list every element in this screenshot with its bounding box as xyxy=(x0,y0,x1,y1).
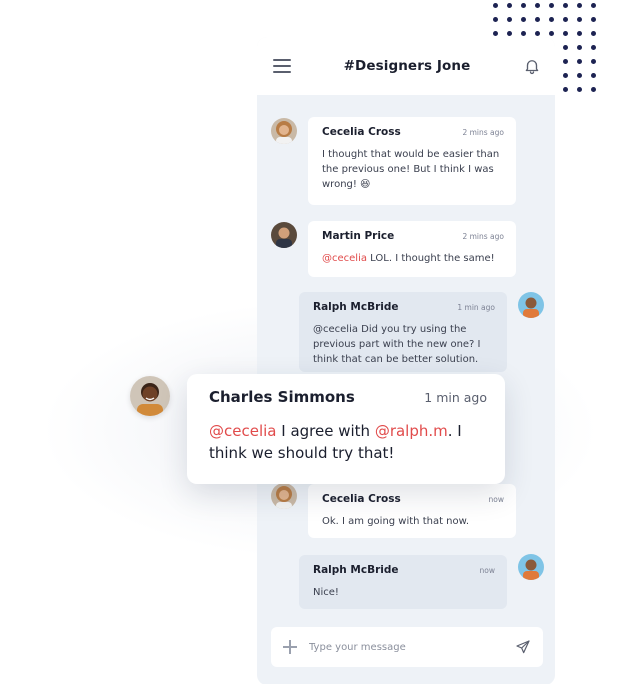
decorative-dot xyxy=(591,73,596,78)
decorative-dot xyxy=(507,17,512,22)
decorative-dot xyxy=(577,87,582,92)
decorative-dot xyxy=(591,31,596,36)
decorative-dot xyxy=(577,45,582,50)
avatar-charles-simmons xyxy=(130,376,170,416)
chat-window: #Designers Jone Cecelia Cross 2 mins ago… xyxy=(257,37,555,684)
message-bubble-self: Ralph McBride now Nice! xyxy=(299,555,507,609)
message-time: 1 min ago xyxy=(457,303,495,312)
message-time: 2 mins ago xyxy=(462,232,504,241)
bell-icon[interactable] xyxy=(523,57,541,75)
mention-link[interactable]: @cecelia xyxy=(209,422,276,440)
decorative-dot xyxy=(577,59,582,64)
decorative-dot xyxy=(577,17,582,22)
decorative-dot xyxy=(591,3,596,8)
decorative-dot xyxy=(591,17,596,22)
featured-text: @cecelia I agree with @ralph.m. I think … xyxy=(209,422,462,462)
decorative-dot xyxy=(591,45,596,50)
message-bubble: Cecelia Cross now Ok. I am going with th… xyxy=(308,484,516,538)
message-input[interactable] xyxy=(309,641,515,653)
chat-header: #Designers Jone xyxy=(257,37,555,95)
decorative-dot xyxy=(563,17,568,22)
decorative-dot xyxy=(563,59,568,64)
decorative-dot xyxy=(535,3,540,8)
message-bubble: Cecelia Cross 2 mins ago I thought that … xyxy=(308,117,516,205)
decorative-dot xyxy=(577,3,582,8)
message-text: I thought that would be easier than the … xyxy=(322,149,500,190)
message-text: Ok. I am going with that now. xyxy=(322,516,470,527)
message-text: @cecelia LOL. I thought the same! xyxy=(322,253,495,264)
decorative-dot xyxy=(507,3,512,8)
avatar-cecelia-cross xyxy=(271,118,297,144)
message-time: 2 mins ago xyxy=(462,128,504,137)
decorative-dot xyxy=(493,17,498,22)
decorative-dot xyxy=(563,73,568,78)
decorative-dot xyxy=(493,3,498,8)
decorative-dot xyxy=(535,17,540,22)
message-author: Ralph McBride xyxy=(313,564,399,576)
featured-time: 1 min ago xyxy=(424,390,487,405)
message-author: Cecelia Cross xyxy=(322,126,401,138)
mention-link[interactable]: @cecelia xyxy=(322,253,367,264)
plus-icon[interactable] xyxy=(283,640,297,654)
featured-message-card: Charles Simmons 1 min ago @cecelia I agr… xyxy=(187,374,505,484)
decorative-dot xyxy=(549,17,554,22)
menu-icon[interactable] xyxy=(273,59,291,73)
decorative-dot xyxy=(521,17,526,22)
decorative-dot xyxy=(549,3,554,8)
decorative-dot xyxy=(549,31,554,36)
message-bubble: Martin Price 2 mins ago @cecelia LOL. I … xyxy=(308,221,516,277)
message-author: Ralph McBride xyxy=(313,301,399,313)
decorative-dot xyxy=(563,45,568,50)
decorative-dot xyxy=(591,87,596,92)
message-time: now xyxy=(488,495,504,504)
message-bubble-self: Ralph McBride 1 min ago @cecelia Did you… xyxy=(299,292,507,372)
send-icon[interactable] xyxy=(515,639,531,655)
avatar-martin-price xyxy=(271,222,297,248)
decorative-dot xyxy=(521,3,526,8)
decorative-dot xyxy=(493,31,498,36)
decorative-dot xyxy=(577,31,582,36)
decorative-dot xyxy=(563,3,568,8)
message-time: now xyxy=(479,566,495,575)
message-composer xyxy=(271,627,543,667)
decorative-dot xyxy=(507,31,512,36)
avatar-cecelia-cross xyxy=(271,483,297,509)
message-author: Martin Price xyxy=(322,230,395,242)
avatar-ralph-mcbride xyxy=(518,554,544,580)
message-author: Cecelia Cross xyxy=(322,493,401,505)
decorative-dot xyxy=(577,73,582,78)
decorative-dot xyxy=(563,31,568,36)
mention-link[interactable]: @ralph.m xyxy=(375,422,448,440)
decorative-dot xyxy=(563,87,568,92)
message-text: @cecelia Did you try using the previous … xyxy=(313,324,481,365)
channel-title: #Designers Jone xyxy=(343,58,471,74)
decorative-dot xyxy=(521,31,526,36)
featured-author: Charles Simmons xyxy=(209,388,355,406)
decorative-dot xyxy=(591,59,596,64)
decorative-dot xyxy=(535,31,540,36)
message-text: Nice! xyxy=(313,587,339,598)
avatar-ralph-mcbride xyxy=(518,292,544,318)
